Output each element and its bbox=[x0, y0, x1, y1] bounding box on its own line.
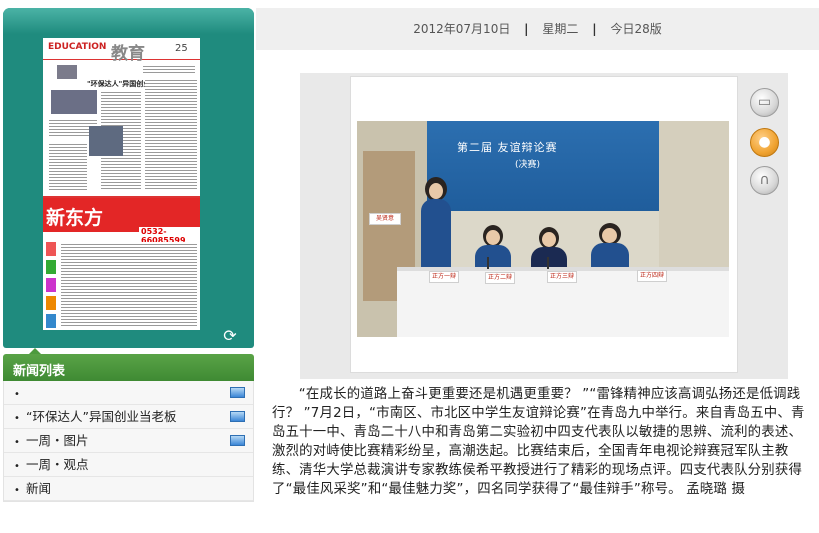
news-list-item[interactable]: • bbox=[4, 381, 253, 405]
newspaper-photo bbox=[57, 65, 77, 79]
bullet-icon: • bbox=[14, 389, 20, 400]
newspaper-page-thumbnail[interactable]: EDUCATION 教育 25 "环保达人"异国创业当老板 新东方 0532-6… bbox=[43, 38, 200, 330]
bullet-icon: • bbox=[14, 437, 20, 448]
news-item-label: “环保达人”异国创业当老板 bbox=[26, 409, 177, 424]
news-item-label: 一周・观点 bbox=[26, 457, 89, 472]
news-list-item[interactable]: • 新闻 bbox=[4, 477, 253, 501]
microphone-icon bbox=[547, 257, 549, 269]
image-thumbnail-icon[interactable] bbox=[230, 435, 245, 446]
image-thumbnail-icon[interactable] bbox=[230, 387, 245, 398]
article-body: “在成长的道路上奋斗更重要还是机遇更重要？ ”“雷锋精神应该高调弘扬还是低调践行… bbox=[272, 387, 805, 497]
news-list-header: 新闻列表 bbox=[3, 348, 254, 381]
microphone-icon bbox=[487, 257, 489, 269]
ad-tab bbox=[46, 296, 56, 310]
issue-weekday: 星期二 bbox=[542, 22, 579, 36]
video-icon[interactable]: ▭ bbox=[750, 88, 779, 117]
separator: | bbox=[524, 22, 529, 36]
photo-banner-line1: 第二届 友谊辩论赛 bbox=[457, 141, 558, 154]
newspaper-section-title: 教育 bbox=[111, 44, 145, 64]
photo-nameplate: 正方二辩 bbox=[485, 272, 515, 284]
issue-date: 2012年07月10日 bbox=[413, 22, 511, 36]
newspaper-page-number: 25 bbox=[175, 43, 188, 54]
photo-side-plate: 吴贤意 bbox=[369, 213, 401, 225]
article-photo[interactable]: 第二届 友谊辩论赛 (决赛) 吴贤意 正方一辩 正方二辩 正方三辩 正方四辩 bbox=[350, 76, 738, 373]
newspaper-photo bbox=[89, 126, 123, 156]
ad-tab bbox=[46, 242, 56, 256]
news-list-title: 新闻列表 bbox=[13, 364, 66, 379]
separator: | bbox=[592, 22, 597, 36]
refresh-icon[interactable]: ⟳ bbox=[219, 328, 241, 344]
news-item-label: 新闻 bbox=[26, 481, 52, 496]
photo-nameplate: 正方一辩 bbox=[429, 271, 459, 283]
ad-tab bbox=[46, 260, 56, 274]
ad-tab bbox=[46, 278, 56, 292]
photo-nameplate: 正方四辩 bbox=[637, 270, 667, 282]
newspaper-masthead: EDUCATION 教育 25 bbox=[43, 38, 200, 64]
news-list-item[interactable]: • 一周・图片 bbox=[4, 429, 253, 453]
bullet-icon: • bbox=[14, 413, 20, 424]
issue-edition-count[interactable]: 今日28版 bbox=[610, 22, 661, 36]
ad-text bbox=[61, 242, 197, 328]
left-column: EDUCATION 教育 25 "环保达人"异国创业当老板 新东方 0532-6… bbox=[3, 8, 254, 502]
viewer-top-bar bbox=[3, 8, 254, 34]
photo-banner: 第二届 友谊辩论赛 (决赛) bbox=[427, 121, 659, 211]
image-thumbnail-icon[interactable] bbox=[230, 411, 245, 422]
newspaper-logo: EDUCATION bbox=[48, 42, 107, 52]
pointer-arrow-icon bbox=[29, 348, 41, 354]
date-bar: 2012年07月10日 | 星期二 | 今日28版 bbox=[256, 8, 819, 50]
newspaper-text bbox=[145, 78, 197, 190]
bullet-icon: • bbox=[14, 485, 20, 496]
newspaper-viewer: EDUCATION 教育 25 "环保达人"异国创业当老板 新东方 0532-6… bbox=[3, 8, 254, 348]
debate-photo: 第二届 友谊辩论赛 (决赛) 吴贤意 正方一辩 正方二辩 正方三辩 正方四辩 bbox=[357, 121, 729, 337]
news-list-item[interactable]: • 一周・观点 bbox=[4, 453, 253, 477]
ad-brand: 新东方 bbox=[46, 207, 104, 229]
ad-tab bbox=[46, 314, 56, 328]
newspaper-text bbox=[143, 64, 195, 74]
news-list: • • “环保达人”异国创业当老板 • 一周・图片 • 一周・观点 • 新闻 bbox=[3, 381, 254, 502]
newspaper-text bbox=[49, 142, 87, 190]
article-photo-frame: 第二届 友谊辩论赛 (决赛) 吴贤意 正方一辩 正方二辩 正方三辩 正方四辩 bbox=[300, 73, 788, 379]
news-item-label: 一周・图片 bbox=[26, 433, 89, 448]
news-list-item[interactable]: • “环保达人”异国创业当老板 bbox=[4, 405, 253, 429]
photo-nameplate: 正方三辩 bbox=[547, 271, 577, 283]
newspaper-advertisement: 新东方 0532-66085599 bbox=[43, 196, 200, 330]
person-icon[interactable]: ● bbox=[750, 128, 779, 157]
photo-banner-line2: (决赛) bbox=[515, 160, 541, 170]
newspaper-photo bbox=[51, 90, 97, 114]
headphones-icon[interactable]: ∩ bbox=[750, 166, 779, 195]
bullet-icon: • bbox=[14, 461, 20, 472]
